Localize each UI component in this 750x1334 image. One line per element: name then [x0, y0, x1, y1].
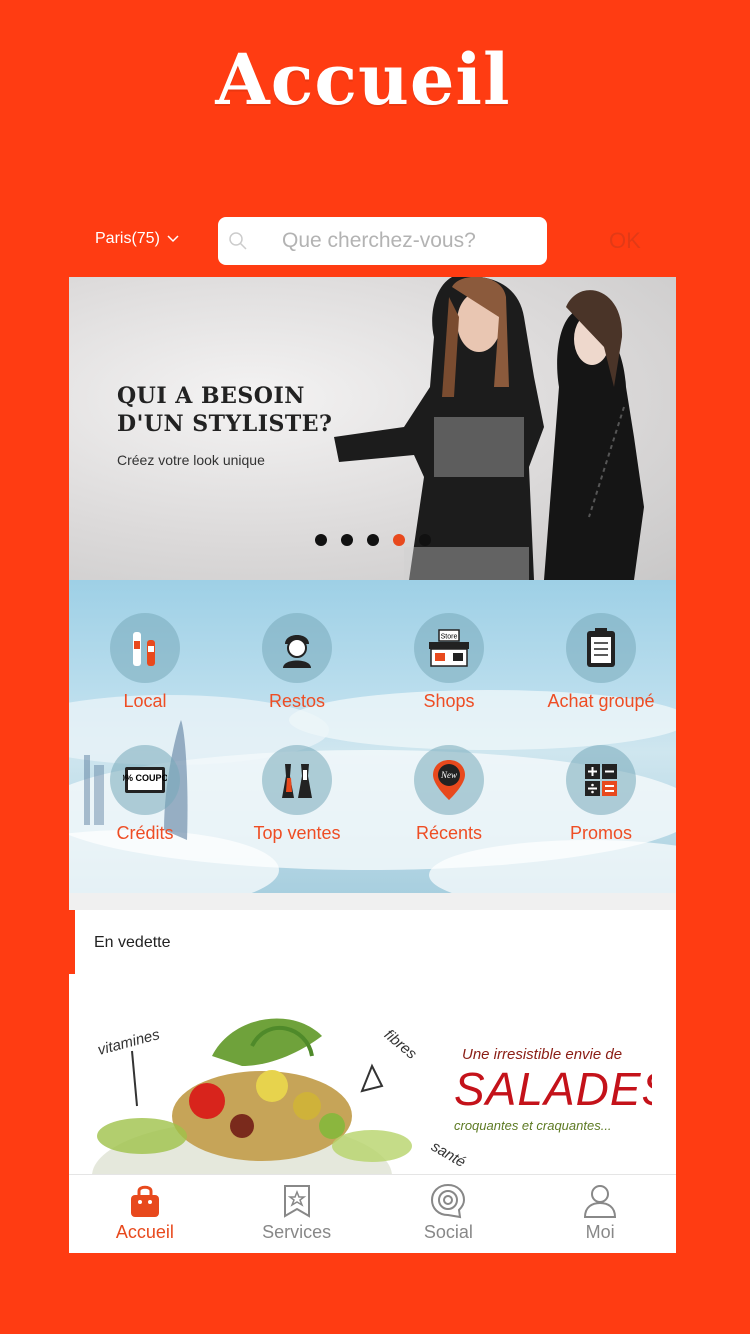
carousel-dot[interactable] — [315, 534, 327, 546]
chef-icon — [262, 613, 332, 683]
category-promos[interactable]: Promos — [525, 745, 677, 844]
promo-title: SALADES — [454, 1063, 652, 1115]
calculator-icon — [566, 745, 636, 815]
promo-tagline: Une irresistible envie de — [462, 1046, 623, 1063]
user-icon — [584, 1185, 617, 1218]
category-label: Top ventes — [253, 823, 341, 843]
banner-title-line1: QUI A BESOIN — [117, 383, 305, 409]
tab-social[interactable]: Social — [373, 1175, 525, 1253]
ok-button[interactable]: OK — [609, 228, 641, 254]
search-input[interactable]: Que cherchez-vous? — [218, 217, 547, 265]
category-buttons: Local Restos Store Shops Achat groupé 50… — [69, 580, 676, 893]
tab-accueil[interactable]: Accueil — [69, 1175, 221, 1253]
tab-label: Social — [423, 1222, 473, 1242]
bottles-icon — [110, 613, 180, 683]
new-badge-icon: New — [414, 745, 484, 815]
category-label: Promos — [569, 823, 632, 843]
carousel-dot[interactable] — [419, 534, 431, 546]
city-selector[interactable]: Paris(75) — [95, 230, 180, 248]
category-label: Crédits — [116, 823, 174, 843]
category-label: Achat groupé — [547, 691, 655, 711]
category-recents[interactable]: New Récents — [373, 745, 525, 844]
search-icon — [229, 232, 247, 250]
tab-label: Services — [262, 1222, 332, 1242]
promo-banner[interactable]: QUI A BESOIN D'UN STYLISTE? Créez votre … — [69, 277, 676, 580]
category-achat-groupe[interactable]: Achat groupé — [525, 613, 677, 712]
dress-icon — [262, 745, 332, 815]
tab-services[interactable]: Services — [221, 1175, 373, 1253]
new-badge-text: New — [440, 770, 457, 780]
clipboard-icon — [566, 613, 636, 683]
promo-subtitle: croquantes et craquantes... — [454, 1118, 612, 1133]
tab-moi[interactable]: Moi — [524, 1175, 676, 1253]
category-restos[interactable]: Restos — [221, 613, 373, 712]
carousel-indicator[interactable] — [315, 534, 431, 546]
category-top-ventes[interactable]: Top ventes — [221, 745, 373, 844]
banner-title-line2: D'UN STYLISTE? — [117, 411, 333, 437]
category-shops[interactable]: Store Shops — [373, 613, 525, 712]
store-icon: Store — [414, 613, 484, 683]
salad-promo-card[interactable]: vitamines fibres santé Une irresistible … — [92, 996, 652, 1176]
category-credits[interactable]: 50% COUPON Crédits — [69, 745, 221, 844]
salad-image — [92, 996, 452, 1176]
tab-label: Moi — [585, 1222, 615, 1242]
coupon-icon: 50% COUPON — [110, 745, 180, 815]
carousel-dot[interactable] — [367, 534, 379, 546]
category-label: Récents — [415, 823, 483, 843]
carousel-dot[interactable] — [341, 534, 353, 546]
coupon-text: 50% COUPON — [123, 773, 167, 783]
chevron-down-icon — [167, 235, 179, 243]
page-title: Accueil — [215, 38, 511, 121]
category-label: Shops — [423, 691, 475, 711]
tab-label: Accueil — [115, 1222, 174, 1242]
search-placeholder: Que cherchez-vous? — [282, 229, 476, 252]
shopping-bag-icon — [130, 1185, 159, 1217]
category-label: Restos — [268, 691, 326, 711]
target-chat-icon — [431, 1183, 466, 1219]
category-local[interactable]: Local — [69, 613, 221, 712]
carousel-dot-active[interactable] — [393, 534, 405, 546]
star-bookmark-icon — [283, 1185, 310, 1218]
store-sign-text: Store — [441, 634, 458, 641]
city-label: Paris(75) — [95, 230, 160, 247]
banner-subtitle: Créez votre look unique — [117, 452, 265, 468]
featured-heading: En vedette — [94, 934, 171, 951]
category-label: Local — [123, 691, 167, 711]
section-accent-bar — [69, 910, 75, 974]
bottom-tab-bar: Accueil Services Social Moi — [69, 1174, 676, 1253]
